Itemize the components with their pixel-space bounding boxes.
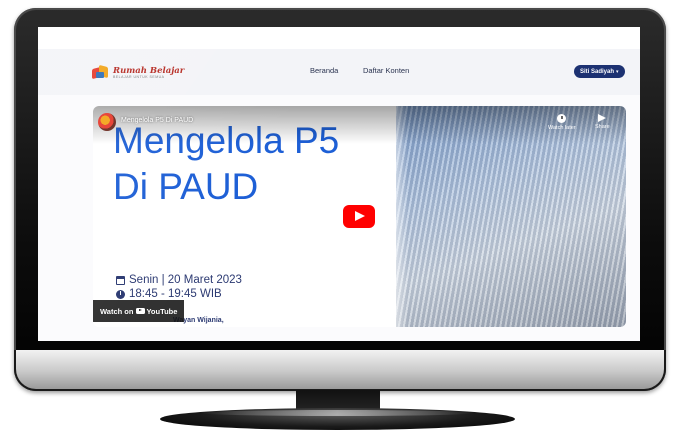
event-date: Senin | 20 Maret 2023: [129, 274, 242, 286]
clock-icon: [557, 114, 567, 123]
watch-later-button[interactable]: Watch later: [548, 114, 576, 131]
calendar-icon: [116, 275, 125, 285]
youtube-play-icon: [136, 308, 146, 314]
channel-avatar[interactable]: [98, 113, 116, 131]
browser-top-strip: [38, 27, 640, 49]
user-menu-button[interactable]: Siti Sadiyah ▾: [574, 65, 625, 78]
monitor-base-highlight: [200, 410, 475, 416]
share-label: Share: [595, 124, 610, 130]
youtube-logo-text: YouTube: [146, 306, 178, 316]
site-navbar: Rumah Belajar BELAJAR UNTUK SEMUA Berand…: [38, 49, 640, 95]
thumbnail-title-line-2: Di PAUD: [113, 166, 259, 207]
monitor-chin: [14, 350, 666, 391]
watch-later-label: Watch later: [548, 125, 576, 131]
logo-mark-icon: [92, 64, 110, 80]
logo-tagline: BELAJAR UNTUK SEMUA: [113, 75, 165, 79]
youtube-logo: YouTube: [136, 307, 177, 316]
play-button[interactable]: [343, 205, 375, 228]
event-time: 18:45 - 19:45 WIB: [129, 288, 222, 300]
event-schedule: Senin | 20 Maret 2023 18:45 - 19:45 WIB: [116, 273, 242, 301]
nav-link-daftar-konten[interactable]: Daftar Konten: [363, 66, 409, 75]
clock-icon: [116, 289, 125, 299]
youtube-video-title[interactable]: Mengelola P5 Di PAUD: [121, 117, 193, 124]
monitor-screen: Rumah Belajar BELAJAR UNTUK SEMUA Berand…: [38, 27, 640, 341]
site-logo[interactable]: Rumah Belajar BELAJAR UNTUK SEMUA: [92, 63, 184, 83]
logo-text: Rumah Belajar: [113, 65, 185, 76]
user-name-label: Siti Sadiyah: [580, 68, 615, 75]
share-button[interactable]: Share: [595, 114, 610, 130]
watch-on-youtube-button[interactable]: Watch on YouTube: [93, 300, 185, 322]
nav-link-beranda[interactable]: Beranda: [310, 66, 338, 75]
youtube-video-embed[interactable]: Mengelola P5 Di PAUD Mengelola P5 Di PAU…: [93, 106, 626, 327]
watch-on-label: Watch on: [100, 306, 134, 316]
video-title-overlay: [93, 106, 626, 144]
share-arrow-icon: [598, 114, 607, 122]
chevron-down-icon: ▾: [616, 68, 619, 75]
